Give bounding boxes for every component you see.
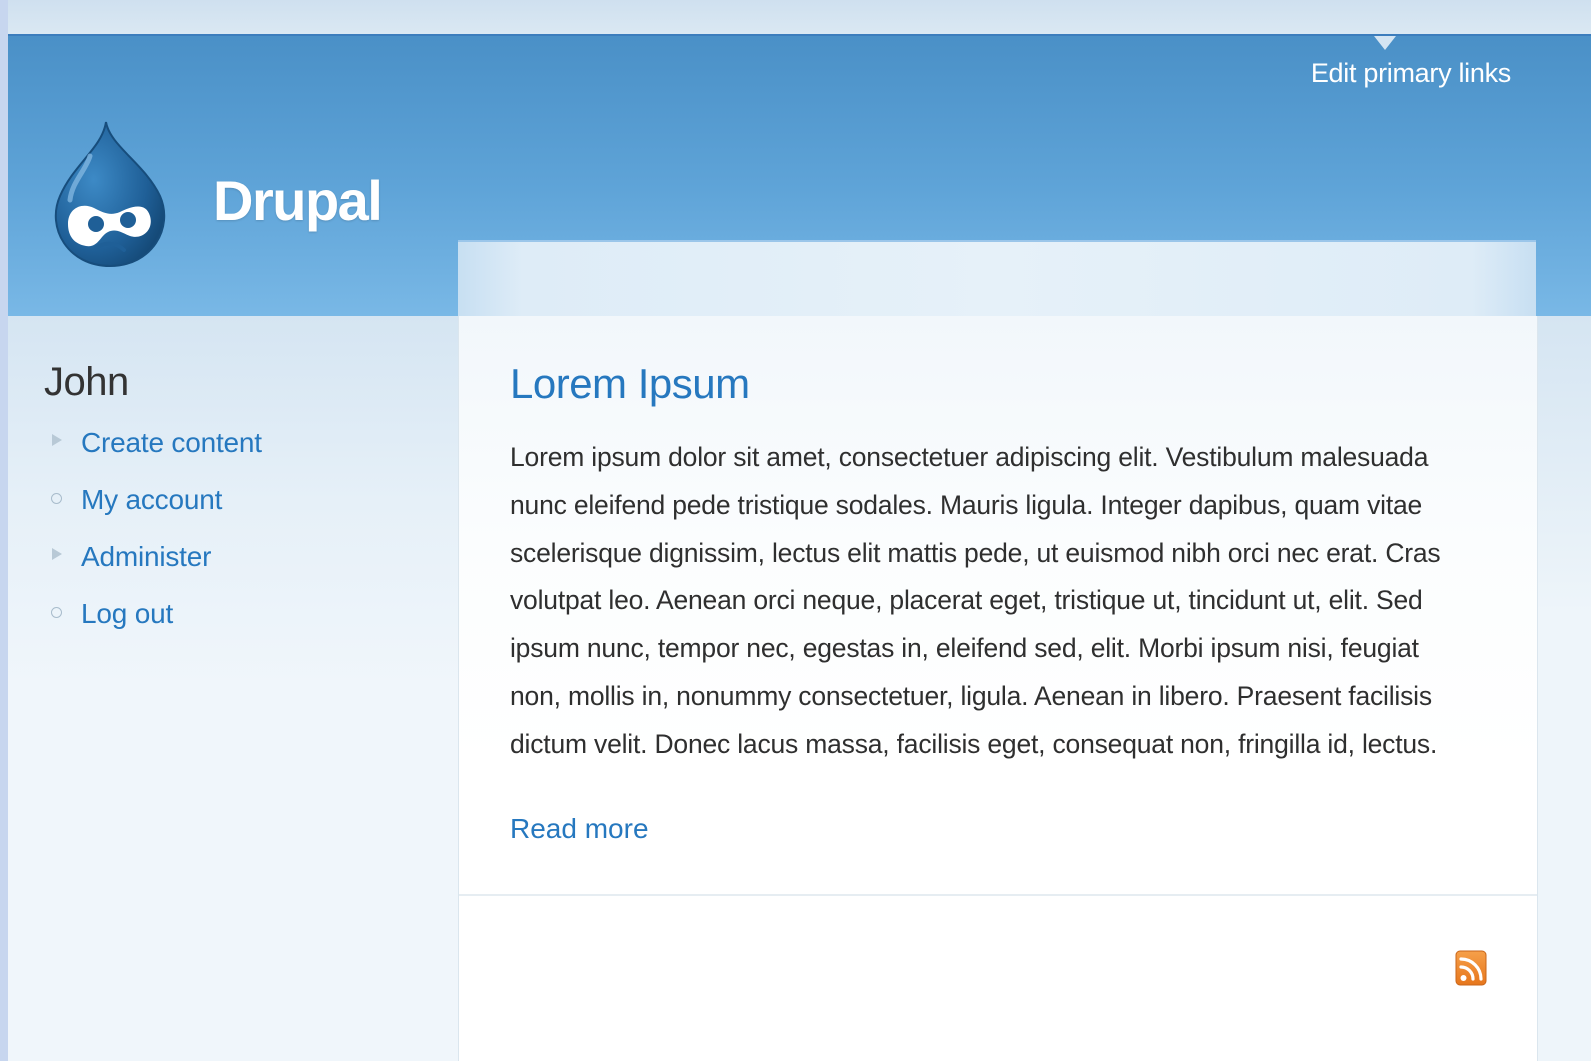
- drupal-drop-logo-icon[interactable]: [50, 116, 168, 270]
- sidebar-item-my-account[interactable]: My account: [44, 484, 444, 541]
- sidebar-item-administer[interactable]: Administer: [44, 541, 444, 598]
- top-strip: [8, 0, 1591, 36]
- node-body: Lorem ipsum dolor sit amet, consectetuer…: [510, 442, 1441, 759]
- sidebar-item-label[interactable]: Create content: [81, 427, 262, 458]
- leaf-circle-icon: [51, 493, 62, 504]
- sidebar-item-create-content[interactable]: Create content: [44, 427, 444, 484]
- content-divider: [459, 894, 1537, 896]
- leaf-circle-icon: [51, 607, 62, 618]
- node-teaser: Lorem Ipsum Lorem ipsum dolor sit amet, …: [510, 360, 1470, 845]
- read-more-link[interactable]: Read more: [510, 813, 649, 845]
- sidebar-item-label[interactable]: Log out: [81, 598, 173, 629]
- sidebar-title: John: [44, 360, 129, 404]
- edit-primary-links-link[interactable]: Edit primary links: [1311, 58, 1511, 89]
- sidebar-user-menu: John Create content My account Administe…: [44, 360, 444, 655]
- sidebar-item-log-out[interactable]: Log out: [44, 598, 444, 655]
- rss-feed-icon[interactable]: [1455, 950, 1487, 986]
- sidebar-item-label[interactable]: My account: [81, 484, 222, 515]
- navigation-menu: Create content My account Administer Log…: [44, 427, 444, 655]
- right-margin: [1537, 316, 1591, 1061]
- expand-triangle-icon: [52, 434, 62, 446]
- primary-links-pointer-icon: [1374, 36, 1396, 50]
- node-title[interactable]: Lorem Ipsum: [510, 360, 1470, 408]
- site-name[interactable]: Drupal: [213, 168, 383, 233]
- sidebar-item-label[interactable]: Administer: [81, 541, 211, 572]
- page: Drupal Edit primary links John Create co…: [8, 0, 1591, 1061]
- content-top-band: [458, 240, 1536, 318]
- expand-triangle-icon: [52, 548, 62, 560]
- main-content: Lorem Ipsum Lorem ipsum dolor sit amet, …: [458, 316, 1538, 1061]
